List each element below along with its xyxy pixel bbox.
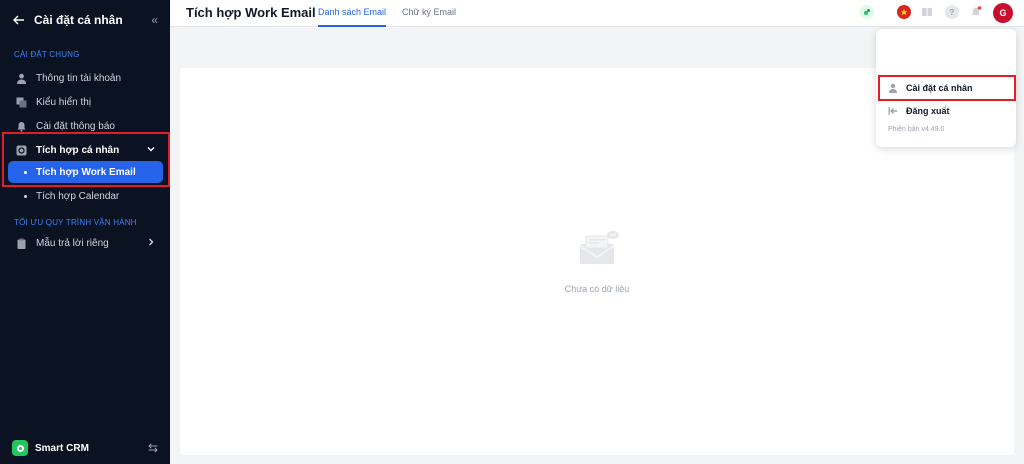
sidebar-item-label: Thông tin tài khoản (36, 72, 122, 84)
empty-state-text: Chưa có dữ liệu (564, 284, 630, 294)
notification-bell-icon[interactable] (969, 5, 983, 19)
sidebar-item-reply-templates[interactable]: Mẫu trả lời riêng (8, 232, 163, 254)
section-process-label: TỐI ƯU QUY TRÌNH VẬN HÀNH (14, 218, 137, 227)
sidebar-header: Cài đặt cá nhân « (0, 0, 170, 40)
page-title: Tích hợp Work Email (186, 5, 316, 20)
menu-item-logout[interactable]: Đăng xuất (882, 101, 1010, 121)
status-icon[interactable] (860, 5, 874, 19)
clipboard-icon (16, 238, 27, 249)
vietnam-flag-icon[interactable] (897, 5, 911, 19)
tab-email-list[interactable]: Danh sách Email (318, 7, 387, 27)
topbar: Tích hợp Work Email Danh sách Email Chữ … (170, 0, 1024, 27)
bullet (24, 194, 27, 198)
menu-item-label: Đăng xuất (906, 106, 950, 116)
collapse-sidebar-icon[interactable]: « (151, 13, 158, 27)
sidebar-item-account-info[interactable]: Thông tin tài khoản (8, 67, 163, 89)
highlight-box-menu (878, 75, 1016, 101)
empty-inbox-icon (579, 231, 619, 264)
user-icon (16, 73, 27, 84)
back-arrow-icon[interactable] (12, 13, 26, 27)
section-general-label: CÀI ĐẶT CHUNG (14, 50, 80, 59)
highlight-box-sidebar (2, 132, 170, 187)
tab-email-signature[interactable]: Chữ ký Email (402, 7, 456, 27)
bell-icon (16, 121, 27, 132)
help-icon[interactable]: ? (945, 5, 959, 19)
logout-icon (888, 106, 898, 116)
sidebar-item-label: Cài đặt thông báo (36, 120, 115, 132)
sidebar-item-label: Kiểu hiển thị (36, 96, 92, 108)
book-icon[interactable] (920, 5, 934, 19)
chevron-right-icon (147, 238, 155, 248)
sidebar-subitem-label: Tích hợp Calendar (36, 190, 120, 202)
smart-crm-logo (12, 440, 28, 456)
sidebar-footer: Smart CRM ⇆ (0, 432, 170, 464)
version-text: Phiên bản v4.49.0 (888, 126, 945, 133)
switch-arrows-icon[interactable]: ⇆ (148, 441, 158, 455)
avatar[interactable]: G (993, 3, 1013, 23)
sidebar-title: Cài đặt cá nhân (34, 13, 123, 27)
sidebar-item-label: Mẫu trả lời riêng (36, 237, 109, 249)
display-icon (16, 97, 27, 108)
sidebar: Cài đặt cá nhân « CÀI ĐẶT CHUNG Thông ti… (0, 0, 170, 464)
sidebar-item-display-style[interactable]: Kiểu hiển thị (8, 91, 163, 113)
sidebar-subitem-calendar[interactable]: Tích hợp Calendar (8, 185, 163, 207)
account-dropdown: Cài đặt cá nhân Đăng xuất Phiên bản v4.4… (876, 29, 1016, 147)
app-name: Smart CRM (35, 442, 89, 454)
